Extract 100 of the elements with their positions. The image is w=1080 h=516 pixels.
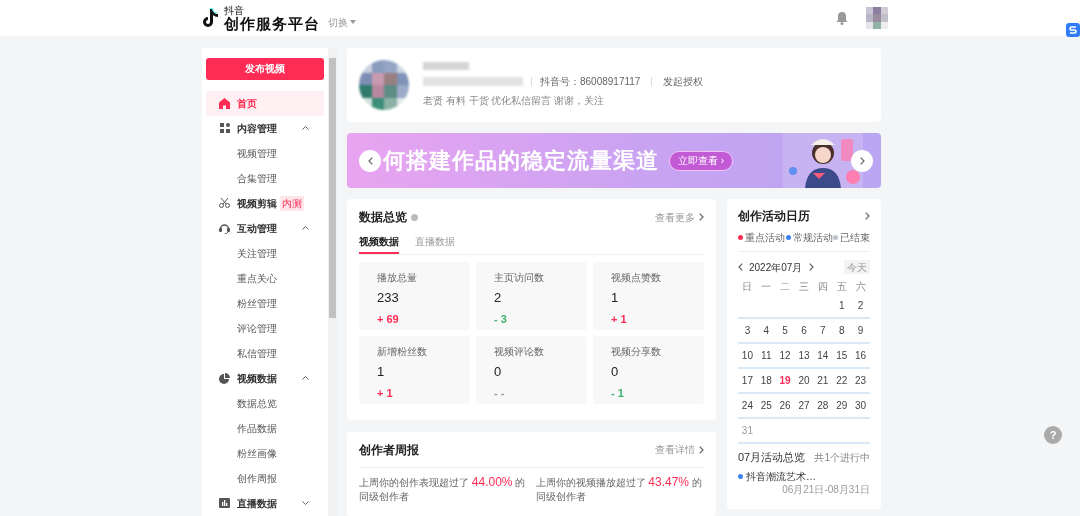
next-month-button[interactable] [809,263,815,271]
activity-dates: 06月21日-08月31日 [782,482,870,496]
sidebar-item[interactable]: 视频数据 [206,365,324,391]
chevron-right-icon [859,157,865,165]
sidebar-subitem[interactable]: 创作周报 [206,465,324,491]
stat-label: 主页访问数 [494,271,544,285]
weekday-label: 日 [742,279,753,294]
stat-change: + 1 [377,385,393,401]
calendar-day[interactable]: 6 [801,323,807,338]
stat-change: - - [494,385,505,401]
calendar-day[interactable]: 9 [857,323,864,338]
next-button[interactable] [851,150,873,172]
sidebar-item[interactable]: 视频剪辑 内测 [206,190,324,216]
chevron-right-icon [699,213,704,221]
calendar-day[interactable]: 11 [761,348,772,363]
summary-count: 共1个进行中 [814,450,870,465]
stat-change: - 3 [494,311,507,327]
calendar-day[interactable]: 26 [779,398,791,413]
authorize-link[interactable]: 发起授权 [663,74,704,89]
headset-icon [219,222,230,234]
activity-name[interactable]: 抖音潮流艺术… [746,469,816,483]
calendar-day[interactable]: 15 [836,348,848,363]
previous-month-button[interactable] [738,263,743,271]
home-icon [219,97,230,109]
chevron-right-icon[interactable] [865,212,870,220]
sidebar-subitem[interactable]: 私信管理 [206,340,324,366]
sidebar-subitem[interactable]: 关注管理 [206,240,324,266]
calendar-day[interactable]: 18 [760,373,772,388]
calendar-day[interactable]: 30 [855,398,867,413]
view-now-button[interactable]: 立即查看 › [669,150,734,171]
scissors-icon [219,198,230,208]
sidebar-item[interactable]: 直播数据 [206,490,324,516]
calendar-day[interactable]: 28 [817,398,829,413]
sidebar-subitem[interactable]: 作品数据 [206,415,324,441]
calendar-day[interactable]: 22 [836,373,848,388]
section-title: 创作活动日历 [738,208,810,225]
grid-icon [219,123,230,133]
calendar-day[interactable]: 2 [857,298,864,313]
pie-chart-icon [219,372,230,384]
month-label: 2022年07月 [749,260,803,275]
stat-value: 233 [377,289,399,307]
calendar-day[interactable]: 14 [817,348,829,363]
logo-title: 创作服务平台 [224,15,320,31]
extension-icon[interactable] [1066,23,1080,37]
user-avatar[interactable] [866,7,888,29]
stat-label: 播放总量 [377,271,417,285]
sidebar-subitem[interactable]: 数据总览 [206,390,324,416]
calendar-day[interactable]: 27 [798,398,810,413]
legend-label: 常规活动 [792,231,833,245]
stat-value: 0 [494,363,502,381]
weekly-summary: 上周你的创作表现超过了 44.00% 的同级创作者 [359,475,527,504]
data-tab[interactable]: 视频数据 [359,230,399,254]
chevron-left-icon [367,157,373,165]
logo-icon [203,8,219,28]
sidebar-subitem[interactable]: 视频管理 [206,140,324,166]
caret-icon [350,20,356,24]
calendar-day[interactable]: 5 [782,323,788,338]
stat-change: - 1 [611,385,624,401]
calendar-day[interactable]: 13 [798,348,810,363]
account-id: 抖音号：86008917117 [540,75,641,89]
sidebar-subitem[interactable]: 重点关心 [206,265,324,291]
bell-icon[interactable] [836,11,848,25]
calendar-day[interactable]: 29 [836,398,848,413]
bar-chart-icon [219,498,230,508]
stat-value: 1 [611,289,619,307]
previous-button[interactable] [359,150,381,172]
calendar-day[interactable]: 3 [744,323,751,338]
legend-label: 重点活动 [745,231,785,245]
sidebar-subitem[interactable]: 粉丝画像 [206,440,324,466]
calendar-day[interactable]: 25 [760,398,772,413]
weekday-label: 一 [761,279,772,294]
chevron-right-icon [809,263,815,271]
calendar-day[interactable]: 1 [838,298,845,313]
sidebar-subitem[interactable]: 评论管理 [206,315,324,341]
summary-title: 07月活动总览 [738,450,806,465]
calendar-day[interactable]: 16 [855,348,867,363]
calendar-day[interactable]: 20 [798,373,810,388]
stat-label: 新增粉丝数 [377,345,427,359]
calendar-day[interactable]: 10 [741,348,753,363]
sidebar-subitem[interactable]: 合集管理 [206,165,324,191]
sidebar-subitem[interactable]: 粉丝管理 [206,290,324,316]
stat-change: + 69 [377,311,399,327]
help-icon[interactable] [411,213,418,221]
legend-label: 已结束 [840,231,870,245]
stat-value: 0 [611,363,619,381]
calendar-day[interactable]: 24 [741,398,753,413]
calendar-day[interactable]: 8 [838,323,845,338]
calendar-day[interactable]: 4 [763,323,770,338]
calendar-day[interactable]: 7 [820,323,826,338]
sidebar-item[interactable]: 内容管理 [206,115,324,141]
section-title: 数据总览 [359,209,407,226]
calendar-day[interactable]: 17 [741,373,753,388]
stat-label: 视频点赞数 [611,271,661,285]
calendar-day[interactable]: 12 [779,348,791,363]
calendar-day[interactable]: 19 [779,373,791,388]
calendar-day[interactable]: 21 [817,373,829,388]
calendar-day[interactable]: 23 [855,373,867,388]
scrollbar-thumb[interactable] [329,58,336,318]
publish-video-button[interactable]: 发布视频 [206,57,324,80]
sidebar-item[interactable]: 互动管理 [206,215,324,241]
